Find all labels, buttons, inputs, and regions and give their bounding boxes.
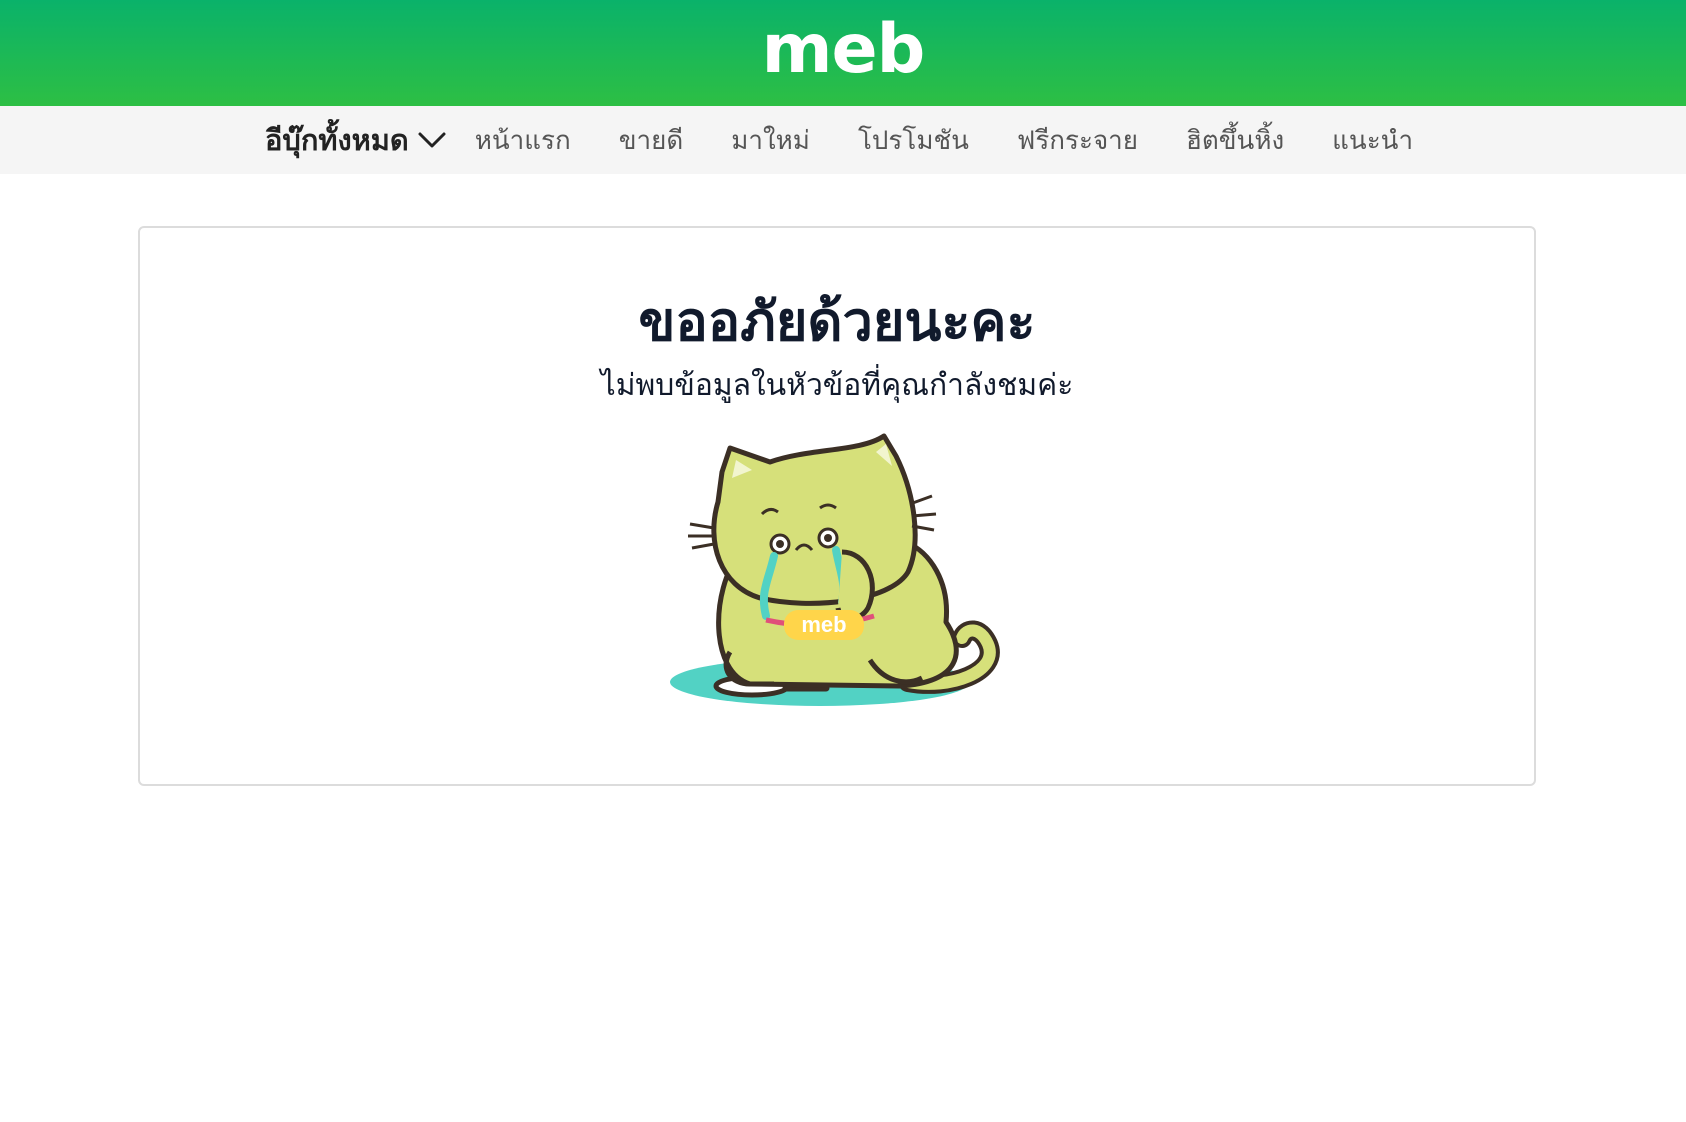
nav-menu: อีบุ๊กทั้งหมด หน้าแรก ขายดี มาใหม่ โปรโม… (265, 106, 1461, 174)
meb-logo[interactable]: meb (762, 16, 926, 84)
nav-promotion[interactable]: โปรโมชัน (858, 120, 969, 161)
all-ebooks-dropdown[interactable]: อีบุ๊กทั้งหมด (265, 117, 447, 163)
crying-cat-illustration: meb (670, 432, 1020, 732)
mascot-tag-text: meb (801, 612, 846, 637)
category-navbar: อีบุ๊กทั้งหมด หน้าแรก ขายดี มาใหม่ โปรโม… (0, 106, 1686, 174)
nav-new-arrivals[interactable]: มาใหม่ (731, 120, 810, 161)
error-title: ขออภัยด้วยนะคะ (638, 290, 1036, 353)
nav-trending[interactable]: ฮิตขึ้นหิ้ง (1186, 120, 1284, 161)
not-found-card: ขออภัยด้วยนะคะ ไม่พบข้อมูลในหัวข้อที่คุณ… (138, 226, 1536, 786)
top-header: meb (0, 0, 1686, 106)
error-message: ไม่พบข้อมูลในหัวข้อที่คุณกำลังชมค่ะ (600, 368, 1074, 403)
nav-bestseller[interactable]: ขายดี (619, 120, 684, 161)
chevron-down-icon (418, 132, 446, 148)
nav-free[interactable]: ฟรีกระจาย (1017, 120, 1138, 161)
all-ebooks-label: อีบุ๊กทั้งหมด (265, 123, 409, 157)
nav-recommended[interactable]: แนะนำ (1332, 120, 1413, 161)
crying-cat-icon: meb (670, 433, 1000, 706)
nav-home[interactable]: หน้าแรก (475, 120, 571, 161)
